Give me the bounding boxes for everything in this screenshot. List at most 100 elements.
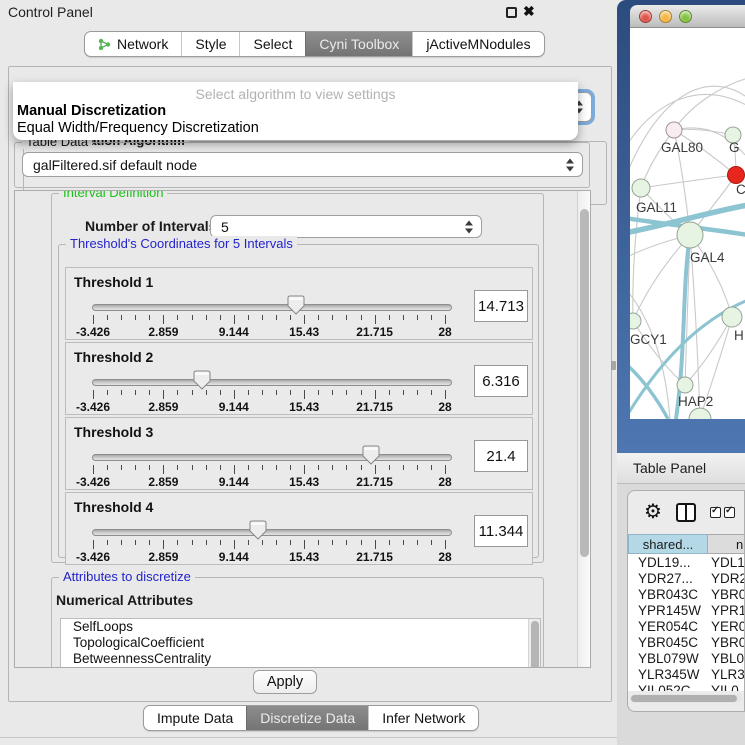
slider-track[interactable] bbox=[92, 304, 452, 311]
settings-vertical-scrollbar[interactable] bbox=[577, 191, 590, 667]
table-row[interactable]: YDR27...YDR2 bbox=[628, 570, 744, 586]
threshold-value-field[interactable]: 6.316 bbox=[474, 365, 528, 397]
tab-discretize-data[interactable]: Discretize Data bbox=[246, 706, 368, 730]
attribute-item-topologicalcoefficient[interactable]: TopologicalCoefficient bbox=[61, 635, 540, 651]
threshold-value-field[interactable]: 11.344 bbox=[474, 515, 528, 547]
column-header-name[interactable]: n bbox=[708, 534, 744, 554]
threshold-value-field[interactable]: 14.713 bbox=[474, 290, 528, 322]
table-row[interactable]: YBL079WYBL0 bbox=[628, 650, 744, 666]
tab-jactivemnodules[interactable]: jActiveMNodules bbox=[412, 32, 543, 56]
close-icon[interactable]: ✖ bbox=[523, 3, 535, 20]
popup-item-equal-width[interactable]: Equal Width/Frequency Discretization bbox=[17, 120, 259, 136]
column-header-shared-name[interactable]: shared... bbox=[628, 534, 708, 554]
axis-tick-label: 2.859 bbox=[148, 550, 178, 564]
split-columns-icon[interactable] bbox=[676, 503, 696, 522]
cyni-bottom-tabs: Impute DataDiscretize Data Infer Network bbox=[143, 705, 479, 731]
slider-thumb[interactable] bbox=[193, 370, 211, 390]
table-row[interactable]: YBR045CYBR0 bbox=[628, 634, 744, 650]
table-toolbar: ⚙ bbox=[628, 491, 744, 533]
network-node[interactable] bbox=[689, 408, 711, 419]
table-row[interactable]: YBR043CYBR0 bbox=[628, 586, 744, 602]
slider-track[interactable] bbox=[92, 454, 452, 461]
tab-label: Select bbox=[253, 36, 292, 52]
slider-track[interactable] bbox=[92, 529, 452, 536]
slider-track[interactable] bbox=[92, 379, 452, 386]
node-label-g: G bbox=[729, 140, 740, 155]
cell-shared-name[interactable]: YPR145W bbox=[628, 603, 708, 618]
cell-name[interactable]: YPR1 bbox=[708, 603, 744, 618]
attribute-item-betweennesscentrality[interactable]: BetweennessCentrality bbox=[61, 651, 540, 667]
close-traffic-light[interactable] bbox=[639, 10, 652, 23]
network-graph: GAL80GCGAL11GAL4GCY1HHAP2 bbox=[630, 28, 745, 419]
slider-thumb[interactable] bbox=[249, 520, 267, 540]
network-canvas[interactable]: GAL80GCGAL11GAL4GCY1HHAP2 bbox=[630, 28, 745, 419]
cell-name[interactable]: YBR0 bbox=[708, 587, 744, 602]
tab-impute-data[interactable]: Impute Data bbox=[144, 706, 246, 730]
attribute-item-selfloops[interactable]: SelfLoops bbox=[61, 619, 540, 635]
table-row[interactable]: YER054CYER0 bbox=[628, 618, 744, 634]
slider-thumb[interactable] bbox=[287, 295, 305, 315]
threshold-value-field[interactable]: 21.4 bbox=[474, 440, 528, 472]
cell-name[interactable]: YBL0 bbox=[708, 651, 744, 666]
table-row[interactable]: YPR145WYPR1 bbox=[628, 602, 744, 618]
axis-tick-label: 15.43 bbox=[289, 550, 319, 564]
cell-name[interactable]: YLR3 bbox=[708, 667, 744, 682]
cell-shared-name[interactable]: YLR345W bbox=[628, 667, 708, 682]
cell-shared-name[interactable]: YDL19... bbox=[628, 555, 708, 570]
threshold-label: Threshold 3 bbox=[74, 424, 153, 440]
panel-splitter-grip[interactable] bbox=[611, 361, 616, 370]
slider-axis-labels: -3.4262.8599.14415.4321.71528 bbox=[93, 400, 445, 413]
minimize-traffic-light[interactable] bbox=[659, 10, 672, 23]
cell-shared-name[interactable]: YIL052C bbox=[628, 683, 708, 692]
cell-shared-name[interactable]: YER054C bbox=[628, 619, 708, 634]
table-row[interactable]: YIL052CYIL0 bbox=[628, 682, 744, 691]
network-node-gcy1[interactable] bbox=[630, 313, 641, 329]
network-node-gal4[interactable] bbox=[677, 222, 703, 248]
table-data-combobox[interactable]: galFiltered.sif default node bbox=[22, 152, 583, 177]
gear-icon[interactable]: ⚙ bbox=[644, 502, 662, 522]
tab-infer-network[interactable]: Infer Network bbox=[368, 706, 478, 730]
apply-button[interactable]: Apply bbox=[253, 670, 317, 694]
table-header-row: shared... n bbox=[628, 534, 744, 554]
network-node-hap2[interactable] bbox=[677, 377, 693, 393]
float-window-icon[interactable] bbox=[506, 7, 517, 18]
zoom-traffic-light[interactable] bbox=[679, 10, 692, 23]
checkbox-icon[interactable] bbox=[724, 507, 735, 518]
numerical-attributes-label: Numerical Attributes bbox=[56, 592, 193, 608]
network-node-gal11[interactable] bbox=[632, 179, 650, 197]
axis-tick-label: 21.715 bbox=[356, 550, 393, 564]
cell-shared-name[interactable]: YBR045C bbox=[628, 635, 708, 650]
table-row[interactable]: YDL19...YDL1 bbox=[628, 554, 744, 570]
tab-style[interactable]: Style bbox=[181, 32, 239, 56]
network-node-gal80[interactable] bbox=[666, 122, 682, 138]
popup-item-manual-discretization[interactable]: Manual Discretization bbox=[17, 103, 166, 119]
table-horizontal-scrollbar[interactable] bbox=[630, 694, 742, 703]
cell-name[interactable]: YER0 bbox=[708, 619, 744, 634]
node-label-h: H bbox=[734, 328, 744, 343]
combo-arrows-icon bbox=[566, 158, 574, 171]
thresholds-group: Threshold's Coordinates for 5 Intervals … bbox=[58, 244, 539, 558]
tab-cyni-toolbox[interactable]: Cyni Toolbox bbox=[305, 32, 412, 56]
cell-name[interactable]: YIL0 bbox=[708, 683, 744, 692]
checkbox-icon[interactable] bbox=[710, 507, 721, 518]
tab-select[interactable]: Select bbox=[239, 32, 305, 56]
column-visibility-icons bbox=[710, 507, 735, 518]
tab-label: Infer Network bbox=[382, 710, 465, 726]
cell-shared-name[interactable]: YBR043C bbox=[628, 587, 708, 602]
cell-shared-name[interactable]: YDR27... bbox=[628, 571, 708, 586]
network-node-h[interactable] bbox=[722, 307, 742, 327]
table-row[interactable]: YLR345WYLR3 bbox=[628, 666, 744, 682]
network-node-c[interactable] bbox=[728, 167, 745, 184]
slider-thumb[interactable] bbox=[362, 445, 380, 465]
node-label-gcy1: GCY1 bbox=[630, 332, 667, 347]
cell-name[interactable]: YDL1 bbox=[708, 555, 744, 570]
axis-tick-label: 21.715 bbox=[356, 325, 393, 339]
axis-tick-label: 2.859 bbox=[148, 325, 178, 339]
settings-scrollpane: Interval Definition Number of Intervals … bbox=[14, 190, 591, 668]
cell-name[interactable]: YBR0 bbox=[708, 635, 744, 650]
number-of-intervals-combobox[interactable]: 5 bbox=[210, 215, 482, 238]
attributes-list-scrollbar[interactable] bbox=[528, 619, 540, 667]
cell-name[interactable]: YDR2 bbox=[708, 571, 744, 586]
tab-network[interactable]: Network bbox=[85, 32, 181, 56]
cell-shared-name[interactable]: YBL079W bbox=[628, 651, 708, 666]
